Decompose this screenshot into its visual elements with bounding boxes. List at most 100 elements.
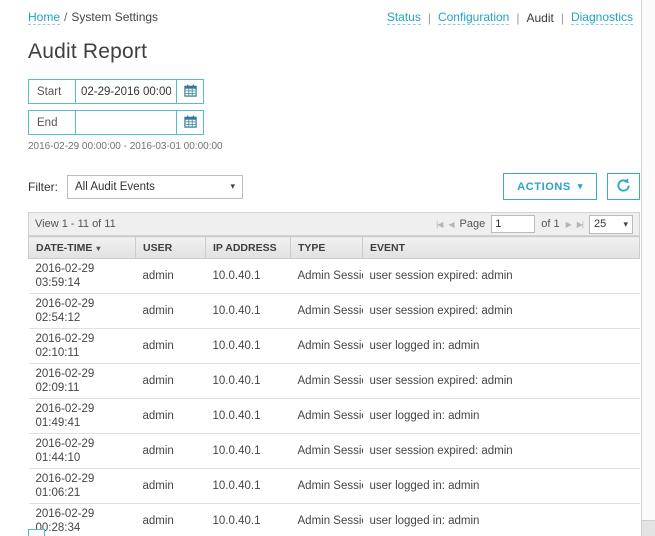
cell-type: Admin Session: [291, 329, 363, 364]
grid-toolbar: View 1 - 11 of 11 |◀ ◀ Page of 1 ▶ ▶| 25…: [28, 212, 640, 236]
chevron-down-icon: ▾: [230, 181, 235, 192]
start-calendar-button[interactable]: [176, 80, 203, 103]
nav-diagnostics-link[interactable]: Diagnostics: [571, 10, 633, 25]
cell-event: user logged in: admin: [363, 469, 640, 504]
cell-event: user session expired: admin: [363, 294, 640, 329]
actions-button-label: ACTIONS: [517, 181, 571, 193]
pagination: |◀ ◀ Page of 1 ▶ ▶| 25 ▾: [436, 215, 633, 234]
cell-event: user session expired: admin: [363, 259, 640, 294]
cell-type: Admin Session: [291, 364, 363, 399]
cell-user: admin: [136, 329, 206, 364]
filter-row: Filter: All Audit Events ▾ ACTIONS ▾: [28, 173, 640, 200]
cell-event: user logged in: admin: [363, 399, 640, 434]
nav-configuration-link[interactable]: Configuration: [438, 10, 509, 25]
cell-date-time: 2016-02-2902:54:12: [29, 294, 136, 329]
cell-user: admin: [136, 434, 206, 469]
cell-ip-address: 10.0.40.1: [206, 399, 291, 434]
calendar-icon: [184, 115, 197, 131]
cell-ip-address: 10.0.40.1: [206, 364, 291, 399]
cell-ip-address: 10.0.40.1: [206, 259, 291, 294]
breadcrumb-separator: /: [64, 10, 67, 24]
cell-event: user session expired: admin: [363, 434, 640, 469]
end-date-input[interactable]: [76, 111, 176, 134]
cell-type: Admin Session: [291, 399, 363, 434]
table-row[interactable]: 2016-02-2902:09:11admin10.0.40.1Admin Se…: [29, 364, 640, 399]
calendar-icon: [184, 84, 197, 100]
cell-type: Admin Session: [291, 259, 363, 294]
cell-user: admin: [136, 469, 206, 504]
filter-selected-value: All Audit Events: [75, 181, 155, 193]
chevron-down-icon: ▾: [623, 219, 628, 230]
end-calendar-button[interactable]: [176, 111, 203, 134]
cell-event: user logged in: admin: [363, 329, 640, 364]
breadcrumb-home-link[interactable]: Home: [28, 10, 60, 25]
audit-table-body: 2016-02-2903:59:14admin10.0.40.1Admin Se…: [29, 259, 640, 536]
table-row[interactable]: 2016-02-2901:49:41admin10.0.40.1Admin Se…: [29, 399, 640, 434]
top-bar: Home / System Settings Status | Configurat…: [28, 10, 640, 25]
page-number-input[interactable]: [491, 215, 535, 233]
audit-report-page: Home / System Settings Status | Configurat…: [0, 0, 655, 536]
page-label: Page: [460, 218, 486, 230]
page-title: Audit Report: [28, 40, 640, 64]
start-date-label: Start: [29, 80, 76, 103]
column-header-label: DATE-TIME: [36, 242, 92, 254]
first-page-icon[interactable]: |◀: [436, 220, 442, 229]
breadcrumb-current: System Settings: [71, 10, 158, 24]
page-size-select[interactable]: 25 ▾: [589, 215, 633, 234]
last-page-icon[interactable]: ▶|: [577, 220, 583, 229]
prev-page-icon[interactable]: ◀: [448, 220, 453, 229]
column-header-ip-address[interactable]: IP ADDRESS: [206, 237, 291, 259]
end-date-label: End: [29, 111, 76, 134]
next-page-icon[interactable]: ▶: [566, 220, 571, 229]
refresh-icon: [616, 178, 631, 196]
cell-user: admin: [136, 259, 206, 294]
filter-select[interactable]: All Audit Events ▾: [67, 175, 243, 199]
cell-ip-address: 10.0.40.1: [206, 434, 291, 469]
cell-date-time: 2016-02-2903:59:14: [29, 259, 136, 294]
cell-date-time: 2016-02-2901:49:41: [29, 399, 136, 434]
cell-event: user logged in: admin: [363, 504, 640, 536]
nav-separator: |: [428, 11, 431, 25]
cell-date-time: 2016-02-2902:10:11: [29, 329, 136, 364]
cell-date-time: 2016-02-2901:06:21: [29, 469, 136, 504]
table-row[interactable]: 2016-02-2901:44:10admin10.0.40.1Admin Se…: [29, 434, 640, 469]
nav-audit-current: Audit: [526, 11, 553, 25]
start-date-input[interactable]: [76, 80, 176, 103]
date-range-text: 2016-02-29 00:00:00 - 2016-03-01 00:00:0…: [28, 141, 640, 152]
vertical-scrollbar[interactable]: [641, 0, 655, 536]
table-row[interactable]: 2016-02-2902:10:11admin10.0.40.1Admin Se…: [29, 329, 640, 364]
cell-event: user session expired: admin: [363, 364, 640, 399]
nav-separator: |: [516, 11, 519, 25]
chevron-down-icon: ▾: [578, 181, 583, 192]
column-header-type[interactable]: TYPE: [291, 237, 363, 259]
cell-user: admin: [136, 504, 206, 536]
view-count-text: View 1 - 11 of 11: [35, 218, 116, 230]
table-row[interactable]: 2016-02-2900:28:34admin10.0.40.1Admin Se…: [29, 504, 640, 536]
top-nav: Status | Configuration | Audit | Diagnos…: [387, 10, 640, 25]
cell-type: Admin Session: [291, 504, 363, 536]
cell-type: Admin Session: [291, 294, 363, 329]
cell-user: admin: [136, 399, 206, 434]
refresh-button[interactable]: [607, 173, 640, 200]
column-header-date-time[interactable]: DATE-TIME▾: [29, 237, 136, 259]
filter-label: Filter:: [28, 180, 58, 194]
cell-type: Admin Session: [291, 434, 363, 469]
audit-table: DATE-TIME▾ USER IP ADDRESS TYPE EVENT 20…: [28, 236, 640, 536]
cell-type: Admin Session: [291, 469, 363, 504]
start-date-group: Start: [28, 79, 204, 104]
table-row[interactable]: 2016-02-2902:54:12admin10.0.40.1Admin Se…: [29, 294, 640, 329]
actions-button[interactable]: ACTIONS ▾: [503, 173, 597, 200]
table-row[interactable]: 2016-02-2901:06:21admin10.0.40.1Admin Se…: [29, 469, 640, 504]
cell-date-time: 2016-02-2902:09:11: [29, 364, 136, 399]
nav-status-link[interactable]: Status: [387, 10, 421, 25]
column-header-event[interactable]: EVENT: [363, 237, 640, 259]
column-header-user[interactable]: USER: [136, 237, 206, 259]
cell-user: admin: [136, 294, 206, 329]
page-of-text: of 1: [541, 218, 559, 230]
cell-ip-address: 10.0.40.1: [206, 469, 291, 504]
scrollbar-corner: [641, 520, 655, 536]
partial-cutoff-element: [28, 529, 45, 536]
table-row[interactable]: 2016-02-2903:59:14admin10.0.40.1Admin Se…: [29, 259, 640, 294]
breadcrumb: Home / System Settings: [28, 10, 158, 24]
cell-ip-address: 10.0.40.1: [206, 329, 291, 364]
